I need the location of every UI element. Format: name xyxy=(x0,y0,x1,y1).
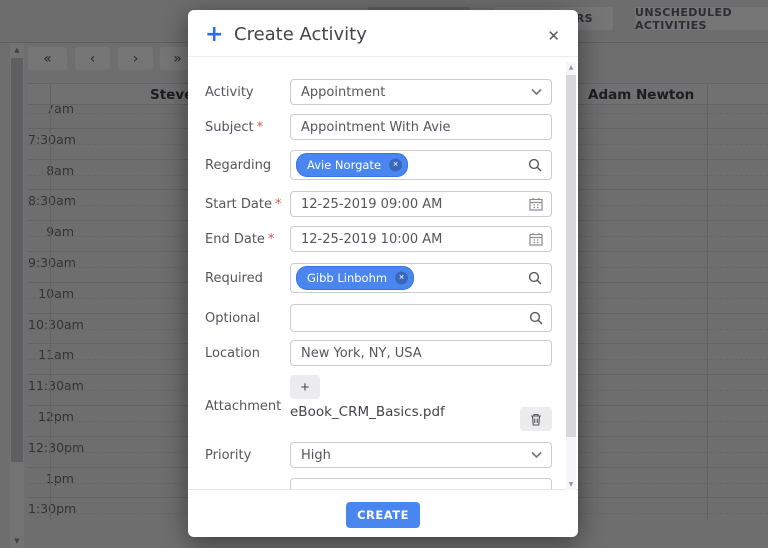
end-date-label: End Date* xyxy=(205,232,274,247)
create-activity-dialog: + Create Activity ✕ Activity Appointment… xyxy=(188,10,578,537)
attachment-file-name: eBook_CRM_Basics.pdf xyxy=(290,404,445,420)
required-attendee-chip: Gibb Linbohm ✕ xyxy=(296,266,414,290)
end-date-input[interactable] xyxy=(290,226,552,252)
dialog-body: Activity Appointment Subject* Regarding … xyxy=(188,57,578,489)
activity-select[interactable]: Appointment xyxy=(290,79,552,105)
calendar-icon[interactable] xyxy=(529,232,543,246)
priority-label: Priority xyxy=(205,448,251,463)
add-attachment-button[interactable]: + xyxy=(290,375,320,399)
subject-label: Subject* xyxy=(205,120,263,135)
regarding-chip: Avie Norgate ✕ xyxy=(296,153,408,177)
priority-value: High xyxy=(301,448,331,463)
optional-attendee-input[interactable] xyxy=(290,304,552,332)
delete-attachment-button[interactable] xyxy=(520,407,552,431)
required-attendee-label: Required xyxy=(205,271,263,286)
plus-icon: + xyxy=(205,22,223,47)
clipped-next-field[interactable] xyxy=(290,478,552,489)
regarding-lookup-field[interactable]: Avie Norgate ✕ xyxy=(290,150,552,180)
dialog-title: Create Activity xyxy=(234,24,367,45)
dialog-scrollbar[interactable]: ▲ ▼ xyxy=(566,62,576,490)
close-icon[interactable]: ✕ xyxy=(547,27,560,45)
activity-value: Appointment xyxy=(301,85,385,100)
scroll-down-icon[interactable]: ▼ xyxy=(566,481,576,488)
location-label: Location xyxy=(205,346,260,361)
search-icon[interactable] xyxy=(528,271,542,285)
chip-remove-icon[interactable]: ✕ xyxy=(395,272,408,285)
dialog-header: + Create Activity ✕ xyxy=(188,10,578,57)
regarding-label: Regarding xyxy=(205,158,271,173)
required-attendee-lookup-field[interactable]: Gibb Linbohm ✕ xyxy=(290,263,552,293)
optional-attendee-label: Optional xyxy=(205,311,260,326)
activity-label: Activity xyxy=(205,85,254,100)
subject-input[interactable] xyxy=(290,114,552,140)
start-date-input[interactable] xyxy=(290,191,552,217)
attachment-label: Attachment xyxy=(205,399,281,414)
scrollbar-thumb[interactable] xyxy=(566,75,576,437)
search-icon[interactable] xyxy=(529,311,543,325)
required-marker: * xyxy=(275,197,282,212)
required-marker: * xyxy=(268,232,275,247)
search-icon[interactable] xyxy=(528,158,542,172)
priority-select[interactable]: High xyxy=(290,442,552,468)
calendar-icon[interactable] xyxy=(529,197,543,211)
chip-remove-icon[interactable]: ✕ xyxy=(389,159,402,172)
required-marker: * xyxy=(257,120,264,135)
chevron-down-icon xyxy=(531,452,542,459)
scroll-up-icon[interactable]: ▲ xyxy=(566,64,576,71)
create-button[interactable]: CREATE xyxy=(346,502,420,528)
location-input[interactable] xyxy=(290,340,552,366)
chevron-down-icon xyxy=(531,89,542,96)
dialog-footer: CREATE xyxy=(188,489,578,537)
start-date-label: Start Date* xyxy=(205,197,281,212)
